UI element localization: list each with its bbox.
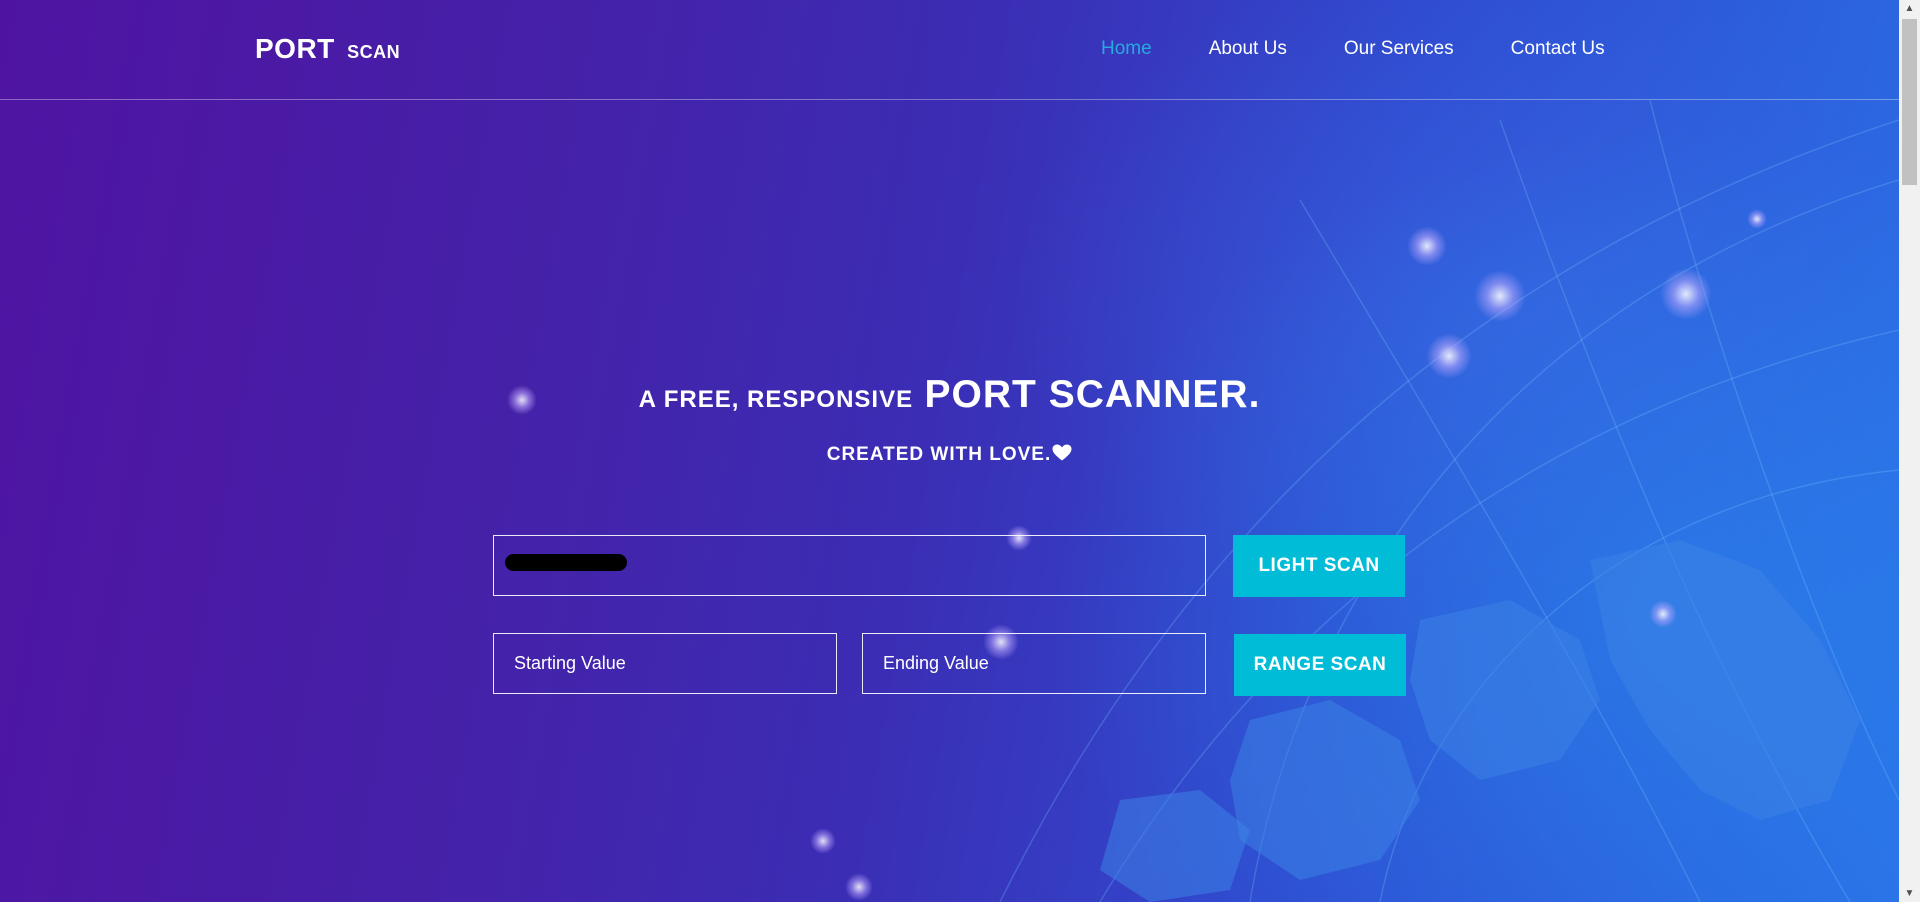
nav-contact-us[interactable]: Contact Us bbox=[1511, 38, 1605, 60]
starting-value-input[interactable] bbox=[493, 633, 837, 694]
heart-icon bbox=[1052, 444, 1072, 461]
main-nav: Home About Us Our Services Contact Us bbox=[1101, 38, 1605, 60]
page-scrollbar[interactable]: ▲ ▼ bbox=[1899, 0, 1920, 902]
redaction-mark bbox=[505, 554, 627, 571]
range-scan-button[interactable]: RANGE SCAN bbox=[1234, 634, 1406, 696]
network-node bbox=[1747, 209, 1767, 229]
nav-our-services[interactable]: Our Services bbox=[1344, 38, 1454, 60]
nav-home[interactable]: Home bbox=[1101, 38, 1152, 60]
network-node bbox=[810, 828, 836, 854]
hero-title-pre: A FREE, RESPONSIVE bbox=[638, 386, 914, 413]
scrollbar-thumb[interactable] bbox=[1902, 19, 1917, 185]
network-node bbox=[1474, 270, 1526, 322]
hero-title-main: PORT SCANNER. bbox=[924, 373, 1261, 416]
network-node bbox=[1407, 226, 1447, 266]
hero-subtitle-text: CREATED WITH LOVE. bbox=[826, 444, 1052, 465]
hero-subtitle: CREATED WITH LOVE. bbox=[0, 444, 1899, 466]
site-header: PORT SCAN Home About Us Our Services Con… bbox=[0, 0, 1899, 100]
page-background: PORT SCAN Home About Us Our Services Con… bbox=[0, 0, 1899, 902]
network-node bbox=[845, 873, 873, 901]
brand-main: PORT bbox=[255, 33, 335, 64]
network-node bbox=[1660, 268, 1712, 320]
nav-about-us[interactable]: About Us bbox=[1209, 38, 1287, 60]
brand-suffix: SCAN bbox=[347, 42, 401, 62]
scroll-down-arrow-icon[interactable]: ▼ bbox=[1899, 885, 1920, 902]
scroll-up-arrow-icon[interactable]: ▲ bbox=[1899, 0, 1920, 17]
network-node bbox=[1649, 600, 1677, 628]
brand-logo[interactable]: PORT SCAN bbox=[255, 33, 400, 65]
light-scan-button[interactable]: LIGHT SCAN bbox=[1233, 535, 1405, 597]
ending-value-input[interactable] bbox=[862, 633, 1206, 694]
hero-title: A FREE, RESPONSIVE PORT SCANNER. bbox=[0, 373, 1899, 417]
